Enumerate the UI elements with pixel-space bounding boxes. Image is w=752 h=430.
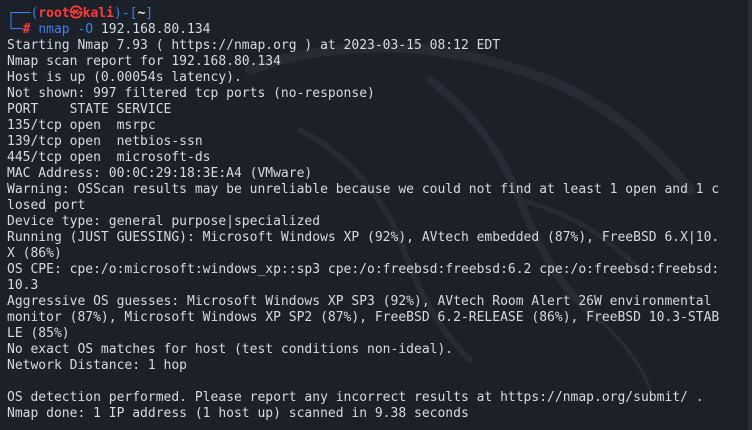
output-line: losed port: [7, 198, 86, 213]
command-target: 192.168.80.134: [100, 22, 211, 37]
terminal-window[interactable]: ┌──(root㉿kali)-[~] └─# nmap -O 192.168.8…: [0, 0, 752, 430]
output-line: OS CPE: cpe:/o:microsoft:windows_xp::sp3…: [7, 262, 720, 277]
output-line: PORT STATE SERVICE: [7, 102, 172, 117]
output-line: Aggressive OS guesses: Microsoft Windows…: [7, 294, 712, 309]
prompt-user: root: [38, 6, 70, 21]
prompt-corner-bottom: └─: [7, 22, 23, 37]
terminal-content: ┌──(root㉿kali)-[~] └─# nmap -O 192.168.8…: [7, 6, 748, 422]
output-line: Network Distance: 1 hop: [7, 358, 188, 373]
output-line: Not shown: 997 filtered tcp ports (no-re…: [7, 86, 375, 101]
command-line[interactable]: └─# nmap -O 192.168.80.134: [7, 22, 748, 38]
output-line: X (86%): [7, 246, 62, 261]
output-line: Nmap done: 1 IP address (1 host up) scan…: [7, 406, 469, 421]
prompt-line-top: ┌──(root㉿kali)-[~]: [7, 6, 748, 22]
output-line: LE (85%): [7, 326, 70, 341]
output-line: 10.3: [7, 278, 39, 293]
output-line: monitor (87%), Microsoft Windows XP SP2 …: [7, 310, 720, 325]
prompt-host: kali: [82, 6, 114, 21]
output-line: Device type: general purpose|specialized: [7, 214, 321, 229]
output-line: Warning: OSScan results may be unreliabl…: [7, 182, 720, 197]
output-line: Running (JUST GUESSING): Microsoft Windo…: [7, 230, 720, 245]
prompt-corner-top: ┌──(: [7, 6, 39, 21]
command-flag: -O: [77, 22, 94, 37]
output-line: Starting Nmap 7.93 ( https://nmap.org ) …: [7, 38, 501, 53]
output-line: 139/tcp open netbios-ssn: [7, 134, 203, 149]
output-line: OS detection performed. Please report an…: [7, 390, 704, 405]
output-line: MAC Address: 00:0C:29:18:3E:A4 (VMware): [7, 166, 313, 181]
output-line: Nmap scan report for 192.168.80.134: [7, 54, 281, 69]
command-name: nmap: [38, 22, 70, 37]
output-line: Host is up (0.00054s latency).: [7, 70, 242, 85]
prompt-close-bracket: ]: [145, 6, 154, 21]
prompt-hash: #: [22, 22, 31, 37]
prompt-separator: )-[: [113, 6, 138, 21]
output-line: 445/tcp open microsoft-ds: [7, 150, 211, 165]
output-line: 135/tcp open msrpc: [7, 118, 156, 133]
prompt-skull-glyph: ㉿: [69, 6, 83, 21]
output-line: No exact OS matches for host (test condi…: [7, 342, 454, 357]
terminal-scrollbar[interactable]: [748, 0, 752, 430]
output-line-blank: [7, 374, 748, 390]
